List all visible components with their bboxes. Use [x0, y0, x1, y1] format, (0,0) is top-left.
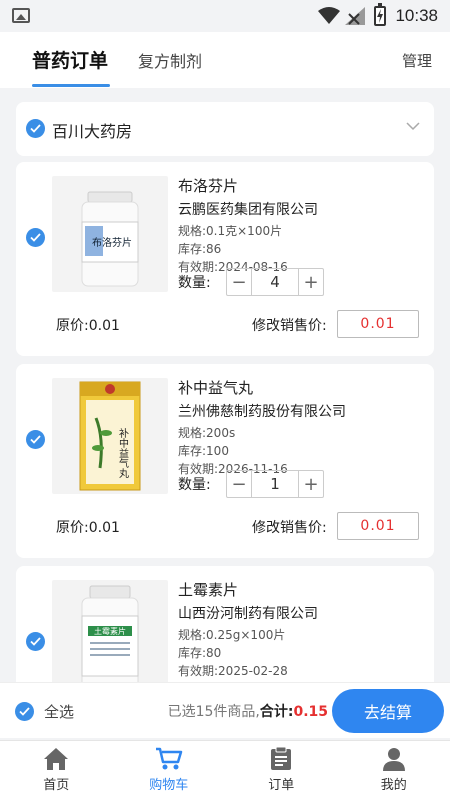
total-label: 合计: — [259, 704, 294, 720]
product-stock: 库存:86 — [178, 242, 222, 256]
original-price: 原价:0.01 — [56, 318, 120, 334]
price-row: 原价:0.01 修改销售价: 0.01 — [16, 512, 434, 542]
product-image[interactable]: 补中益气丸 — [52, 378, 168, 494]
order-icon — [271, 747, 292, 770]
product-image[interactable]: 土霉素片 — [52, 580, 168, 696]
product-name: 布洛芬片 — [178, 177, 239, 195]
pharmacy-name: 百川大药房 — [52, 122, 133, 141]
wifi-icon — [318, 7, 340, 24]
tab-compound-preparation[interactable]: 复方制剂 — [138, 48, 202, 72]
cart-icon — [155, 747, 182, 770]
decrease-button[interactable]: − — [227, 471, 251, 497]
modify-price-label: 修改销售价: — [252, 520, 327, 536]
quantity-value[interactable]: 1 — [251, 471, 299, 497]
pharmacy-checkbox[interactable] — [26, 119, 45, 138]
product-spec: 规格:200s — [178, 426, 236, 440]
check-icon — [30, 435, 41, 444]
home-icon — [44, 748, 69, 770]
image-notification-icon — [12, 8, 30, 23]
chevron-down-icon[interactable] — [406, 122, 420, 131]
product-manufacturer: 云鹏医药集团有限公司 — [178, 202, 318, 218]
product-spec: 规格:0.1克×100片 — [178, 224, 283, 238]
price-row: 原价:0.01 修改销售价: 0.01 — [16, 310, 434, 340]
selection-summary: 已选15件商品,合计:0.15 — [168, 701, 328, 721]
product-manufacturer: 山西汾河制药有限公司 — [178, 606, 318, 622]
increase-button[interactable]: + — [299, 269, 323, 295]
cart-item: 补中益气丸 补中益气丸 兰州佛慈制药股份有限公司 规格:200s 库存:100 … — [16, 364, 434, 558]
product-image-label: 土霉素片 — [94, 626, 126, 636]
checkout-bar: 全选 已选15件商品,合计:0.15 去结算 — [0, 682, 450, 738]
selected-count-text: 已选15件商品, — [167, 704, 260, 720]
nav-label: 我的 — [380, 778, 407, 793]
check-icon — [30, 233, 41, 242]
nav-label: 购物车 — [149, 778, 189, 793]
clock: 10:38 — [395, 6, 438, 25]
person-icon — [382, 748, 405, 771]
product-expiry: 有效期:2025-02-28 — [178, 664, 288, 678]
item-checkbox[interactable] — [26, 228, 45, 247]
product-spec: 规格:0.25g×100片 — [178, 628, 286, 642]
pharmacy-header[interactable]: 百川大药房 — [16, 102, 434, 156]
product-stock: 库存:80 — [178, 646, 222, 660]
status-bar: 10:38 — [0, 0, 450, 32]
select-all-label[interactable]: 全选 — [44, 701, 74, 722]
product-image-label: 布洛芬片 — [92, 236, 132, 249]
quantity-label: 数量: — [178, 477, 211, 493]
nav-label: 首页 — [43, 778, 70, 793]
modify-price-input[interactable]: 0.01 — [337, 512, 419, 540]
total-price: 0.15 — [293, 704, 328, 720]
item-checkbox[interactable] — [26, 430, 45, 449]
increase-button[interactable]: + — [299, 471, 323, 497]
nav-item-orders[interactable]: 订单 — [225, 741, 338, 800]
nav-label: 订单 — [268, 778, 295, 793]
quantity-stepper: − 1 + — [226, 470, 324, 498]
signal-icon — [345, 7, 365, 25]
battery-icon — [374, 3, 386, 26]
product-name: 补中益气丸 — [178, 379, 254, 397]
product-manufacturer: 兰州佛慈制药股份有限公司 — [178, 404, 346, 420]
decrease-button[interactable]: − — [227, 269, 251, 295]
check-icon — [30, 637, 41, 646]
check-icon — [19, 707, 30, 716]
modify-price-input[interactable]: 0.01 — [337, 310, 419, 338]
original-price: 原价:0.01 — [56, 520, 120, 536]
cart-item: 土霉素片 土霉素片 山西汾河制药有限公司 规格:0.25g×100片 库存:80… — [16, 566, 434, 696]
modify-price-label: 修改销售价: — [252, 318, 327, 334]
check-icon — [30, 124, 41, 133]
quantity-value[interactable]: 4 — [251, 269, 299, 295]
tab-regular-medicine[interactable]: 普药订单 — [32, 46, 111, 87]
quantity-row: 数量: − 1 + — [178, 470, 324, 498]
order-type-tabs: 普药订单 复方制剂 管理 — [0, 32, 450, 88]
checkout-button[interactable]: 去结算 — [332, 689, 444, 733]
nav-item-cart[interactable]: 购物车 — [113, 741, 226, 800]
select-all-checkbox[interactable] — [15, 702, 34, 721]
item-checkbox[interactable] — [26, 632, 45, 651]
quantity-row: 数量: − 4 + — [178, 268, 324, 296]
quantity-stepper: − 4 + — [226, 268, 324, 296]
product-image-label: 补中益气丸 — [117, 427, 129, 478]
nav-item-mine[interactable]: 我的 — [338, 741, 450, 800]
nav-item-home[interactable]: 首页 — [0, 741, 113, 800]
manage-button[interactable]: 管理 — [402, 50, 432, 71]
product-image[interactable]: 布洛芬片 — [52, 176, 168, 292]
product-stock: 库存:100 — [178, 444, 229, 458]
product-name: 土霉素片 — [178, 581, 239, 599]
cart-item: 布洛芬片 布洛芬片 云鹏医药集团有限公司 规格:0.1克×100片 库存:86 … — [16, 162, 434, 356]
bottom-navigation: 首页 购物车 订单 我的 — [0, 740, 450, 800]
quantity-label: 数量: — [178, 275, 211, 291]
